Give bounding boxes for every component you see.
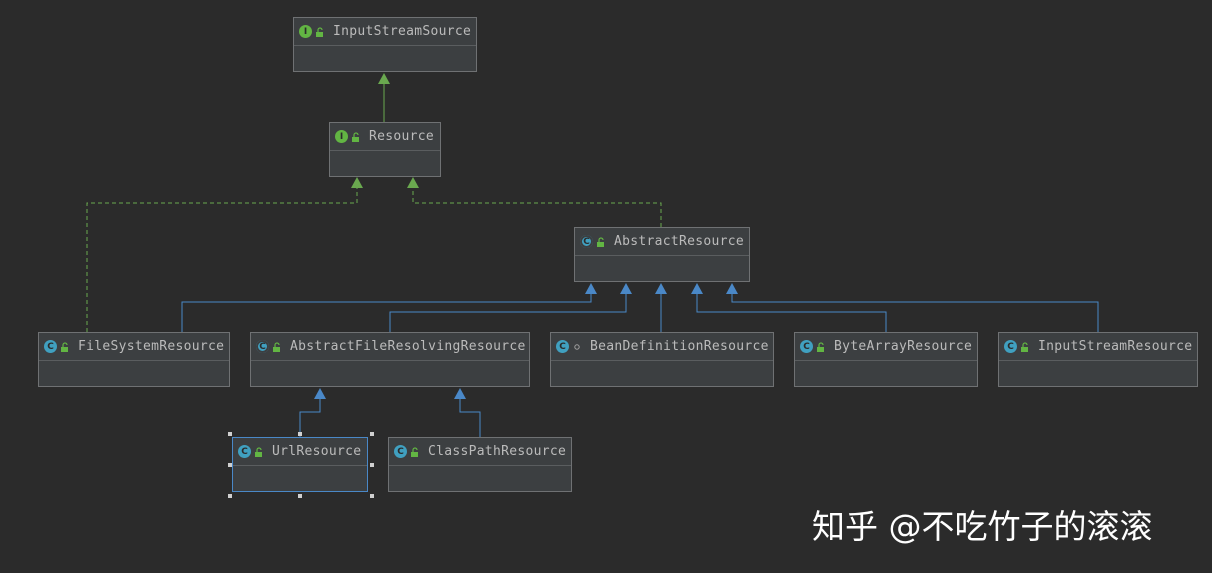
edge-inputstreamresource-extends-abstractresource bbox=[726, 283, 1099, 332]
uml-class-diagram bbox=[86, 73, 1099, 437]
class-node-header: I InputStreamSource bbox=[294, 18, 476, 46]
class-name: ByteArrayResource bbox=[834, 339, 973, 354]
class-node-inputstreamresource[interactable]: C InputStreamResource bbox=[998, 332, 1198, 387]
class-name: InputStreamResource bbox=[1038, 339, 1193, 354]
class-node-classpathresource[interactable]: C ClassPathResource bbox=[388, 437, 572, 492]
class-icon: C bbox=[238, 445, 251, 458]
unlock-icon bbox=[1021, 341, 1028, 352]
resize-handle-top-right[interactable] bbox=[370, 432, 374, 436]
class-node-urlresource[interactable]: C UrlResource bbox=[232, 437, 368, 492]
unlock-icon bbox=[255, 446, 262, 457]
class-name: Resource bbox=[369, 129, 435, 144]
edge-bytearrayresource-extends-abstractresource bbox=[691, 283, 887, 332]
class-icon: C bbox=[800, 340, 813, 353]
class-node-abstractfileresolvingresource[interactable]: C AbstractFileResolvingResource bbox=[250, 332, 530, 387]
abstract-class-icon: C bbox=[580, 235, 593, 248]
class-node-header: I Resource bbox=[330, 123, 440, 151]
class-node-filesystemresource[interactable]: C FileSystemResource bbox=[38, 332, 230, 387]
unlock-icon bbox=[411, 446, 418, 457]
edge-beandefinitionresource-extends-abstractresource bbox=[655, 283, 667, 332]
resize-handle-top-left[interactable] bbox=[228, 432, 232, 436]
class-node-header: C AbstractResource bbox=[575, 228, 749, 256]
class-name: UrlResource bbox=[272, 444, 362, 459]
resize-handle-middle-left[interactable] bbox=[228, 463, 232, 467]
class-node-header: C ClassPathResource bbox=[389, 438, 571, 466]
abstract-class-icon: C bbox=[256, 340, 269, 353]
class-icon: C bbox=[556, 340, 569, 353]
unlock-icon bbox=[597, 236, 604, 247]
class-name: InputStreamSource bbox=[333, 24, 472, 39]
class-node-header: C FileSystemResource bbox=[39, 333, 229, 361]
class-node-header: C UrlResource bbox=[233, 438, 367, 466]
class-icon: C bbox=[1004, 340, 1017, 353]
class-node-abstractresource[interactable]: C AbstractResource bbox=[574, 227, 750, 282]
edge-filesystemresource-implements-resource bbox=[86, 177, 363, 332]
edge-resource-to-inputstreamsource bbox=[378, 73, 390, 122]
unlock-icon bbox=[273, 341, 280, 352]
edge-classpathresource-extends-abstractfileresolvingresource bbox=[454, 388, 481, 437]
class-node-resource[interactable]: I Resource bbox=[329, 122, 441, 177]
resize-handle-bottom-left[interactable] bbox=[228, 494, 232, 498]
resize-handle-top-middle[interactable] bbox=[298, 432, 302, 436]
class-name: ClassPathResource bbox=[428, 444, 567, 459]
class-node-bytearrayresource[interactable]: C ByteArrayResource bbox=[794, 332, 978, 387]
class-name: AbstractFileResolvingResource bbox=[290, 339, 526, 354]
class-node-beandefinitionresource[interactable]: C BeanDefinitionResource bbox=[550, 332, 774, 387]
resize-handle-middle-right[interactable] bbox=[370, 463, 374, 467]
unlock-icon bbox=[352, 131, 359, 142]
package-private-icon bbox=[574, 343, 580, 350]
class-node-inputstreamsource[interactable]: I InputStreamSource bbox=[293, 17, 477, 72]
class-icon: C bbox=[44, 340, 57, 353]
resize-handle-bottom-middle[interactable] bbox=[298, 494, 302, 498]
edge-abstractfileresolvingresource-extends-abstractresource bbox=[389, 283, 632, 332]
edge-abstractresource-implements-resource bbox=[407, 177, 662, 227]
watermark: 知乎 @不吃竹子的滚滚 bbox=[812, 507, 1153, 546]
class-node-header: C AbstractFileResolvingResource bbox=[251, 333, 529, 361]
unlock-icon bbox=[817, 341, 824, 352]
class-node-header: C ByteArrayResource bbox=[795, 333, 977, 361]
class-node-header: C BeanDefinitionResource bbox=[551, 333, 773, 361]
unlock-icon bbox=[61, 341, 68, 352]
resize-handle-bottom-right[interactable] bbox=[370, 494, 374, 498]
class-name: BeanDefinitionResource bbox=[590, 339, 769, 354]
edge-urlresource-extends-abstractfileresolvingresource bbox=[299, 388, 326, 437]
interface-icon: I bbox=[299, 25, 312, 38]
class-name: FileSystemResource bbox=[78, 339, 225, 354]
interface-icon: I bbox=[335, 130, 348, 143]
class-name: AbstractResource bbox=[614, 234, 745, 249]
class-node-header: C InputStreamResource bbox=[999, 333, 1197, 361]
class-icon: C bbox=[394, 445, 407, 458]
unlock-icon bbox=[316, 26, 323, 37]
